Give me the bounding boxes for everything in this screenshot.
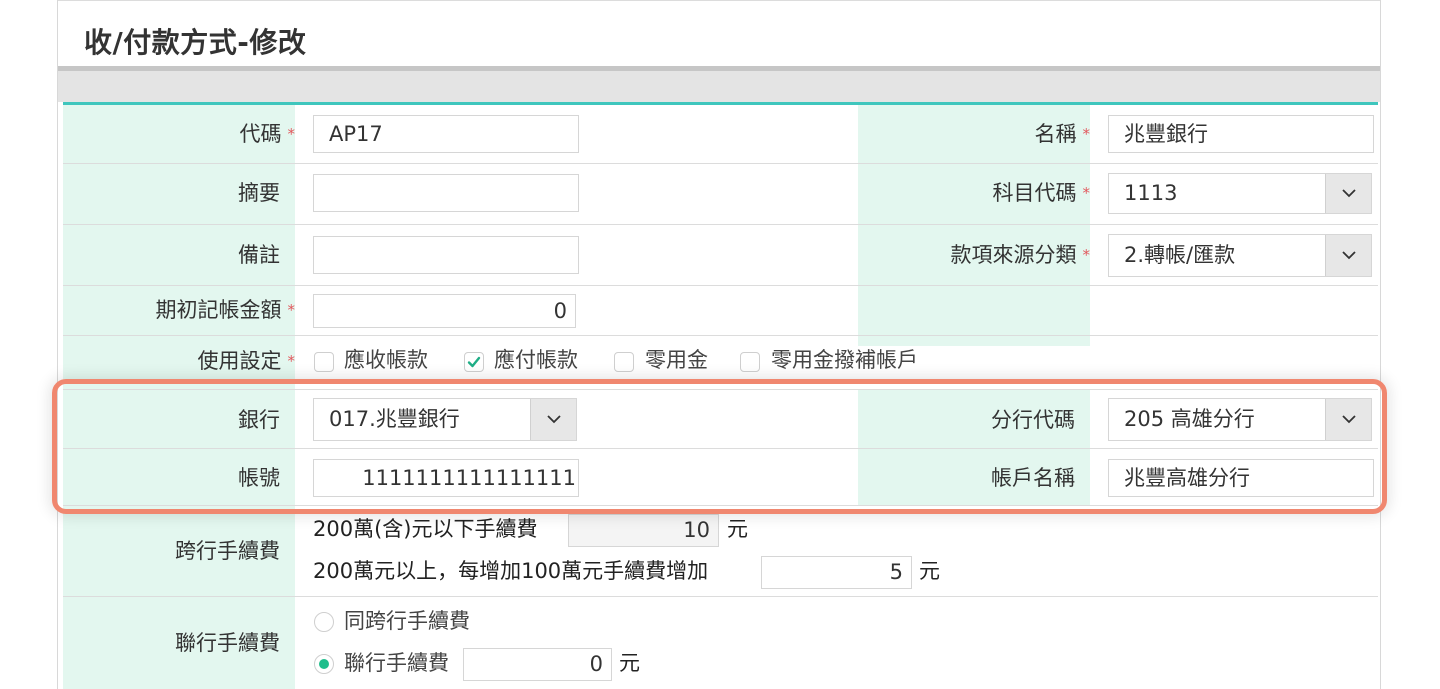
row-divider — [63, 389, 1378, 390]
row-divider — [63, 335, 1378, 336]
code-label: 代碼 * — [239, 122, 296, 146]
bank-label: 銀行 — [238, 408, 280, 432]
interbank-fee-increment-input[interactable]: 5 — [761, 556, 912, 589]
chevron-down-icon — [546, 415, 561, 424]
interbank-fee-line1-text: 200萬(含)元以下手續費 — [313, 517, 538, 541]
joint-fee-input[interactable]: 0 — [463, 648, 612, 681]
required-marker: * — [287, 301, 296, 319]
source-category-label: 款項來源分類 * — [950, 243, 1091, 267]
usage-label: 使用設定 * — [197, 349, 296, 373]
account-name-input[interactable]: 兆豐高雄分行 — [1108, 459, 1374, 497]
required-marker: * — [1082, 184, 1091, 202]
row-divider — [63, 505, 1378, 506]
row-divider — [63, 596, 1378, 597]
panel-header: 收/付款方式-修改 — [58, 0, 1380, 67]
account-no-input[interactable]: 1111111111111111 — [313, 459, 579, 497]
interbank-fee-line1-unit: 元 — [727, 517, 748, 541]
branch-code-select[interactable]: 205 高雄分行 — [1108, 398, 1372, 441]
usage-payable-checkbox[interactable] — [464, 352, 484, 372]
joint-fee-custom-label: 聯行手續費 — [344, 651, 449, 675]
joint-fee-unit: 元 — [619, 651, 640, 675]
source-category-select[interactable]: 2.轉帳/匯款 — [1108, 234, 1372, 277]
row-divider — [63, 163, 1378, 164]
subject-code-label: 科目代碼 * — [992, 181, 1091, 205]
required-marker: * — [287, 125, 296, 143]
row-divider — [63, 224, 1378, 225]
name-label: 名稱 * — [1034, 122, 1091, 146]
branch-code-dropdown-button[interactable] — [1325, 399, 1371, 440]
bank-dropdown-button[interactable] — [530, 399, 576, 440]
joint-fee-same-radio[interactable] — [314, 612, 334, 632]
bank-select[interactable]: 017.兆豐銀行 — [313, 398, 577, 441]
source-category-value: 2.轉帳/匯款 — [1124, 243, 1236, 267]
bank-value: 017.兆豐銀行 — [329, 407, 460, 431]
interbank-fee-base-input[interactable]: 10 — [568, 514, 719, 547]
interbank-fee-label: 跨行手續費 — [175, 539, 280, 563]
usage-petty-cash-label: 零用金 — [645, 348, 708, 372]
summary-input[interactable] — [313, 174, 579, 212]
usage-petty-replenish-checkbox[interactable] — [740, 352, 760, 372]
remark-label: 備註 — [238, 243, 280, 267]
account-name-label: 帳戶名稱 — [991, 466, 1075, 490]
interbank-fee-line2-text: 200萬元以上，每增加100萬元手續費增加 — [313, 559, 709, 583]
required-marker: * — [287, 352, 296, 370]
required-marker: * — [1082, 125, 1091, 143]
joint-fee-custom-radio[interactable] — [314, 654, 334, 674]
usage-receivable-label: 應收帳款 — [344, 348, 428, 372]
joint-fee-same-label: 同跨行手續費 — [344, 609, 470, 633]
usage-petty-cash-checkbox[interactable] — [614, 352, 634, 372]
summary-label: 摘要 — [238, 181, 280, 205]
check-mark-icon — [467, 356, 481, 368]
page-title: 收/付款方式-修改 — [84, 26, 307, 59]
interbank-fee-line2-unit: 元 — [919, 559, 940, 583]
subject-code-dropdown-button[interactable] — [1325, 174, 1371, 213]
edit-panel: 收/付款方式-修改 代碼 * AP17 名稱 * 兆豐銀行 摘要 科目代碼 * 111… — [57, 0, 1381, 689]
payment-method-form: 代碼 * AP17 名稱 * 兆豐銀行 摘要 科目代碼 * 1113 備註 款項來源分… — [63, 105, 1378, 689]
chevron-down-icon — [1341, 189, 1356, 198]
usage-petty-replenish-label: 零用金撥補帳戶 — [771, 348, 918, 372]
row-divider — [63, 285, 1378, 286]
account-no-label: 帳號 — [238, 466, 280, 490]
usage-payable-label: 應付帳款 — [494, 348, 578, 372]
branch-code-value: 205 高雄分行 — [1124, 407, 1255, 431]
required-marker: * — [1082, 246, 1091, 264]
opening-amount-input[interactable]: 0 — [313, 294, 576, 328]
joint-fee-label: 聯行手續費 — [175, 631, 280, 655]
toolbar-band — [58, 71, 1380, 102]
branch-code-label: 分行代碼 — [991, 408, 1075, 432]
source-category-dropdown-button[interactable] — [1325, 235, 1371, 276]
subject-code-value: 1113 — [1124, 181, 1178, 205]
remark-input[interactable] — [313, 236, 579, 274]
code-input[interactable]: AP17 — [313, 115, 579, 153]
usage-receivable-checkbox[interactable] — [314, 352, 334, 372]
name-input[interactable]: 兆豐銀行 — [1108, 115, 1374, 153]
opening-amount-label: 期初記帳金額 * — [155, 298, 296, 322]
chevron-down-icon — [1341, 415, 1356, 424]
chevron-down-icon — [1341, 251, 1356, 260]
subject-code-select[interactable]: 1113 — [1108, 173, 1372, 214]
row-divider — [63, 448, 1378, 449]
